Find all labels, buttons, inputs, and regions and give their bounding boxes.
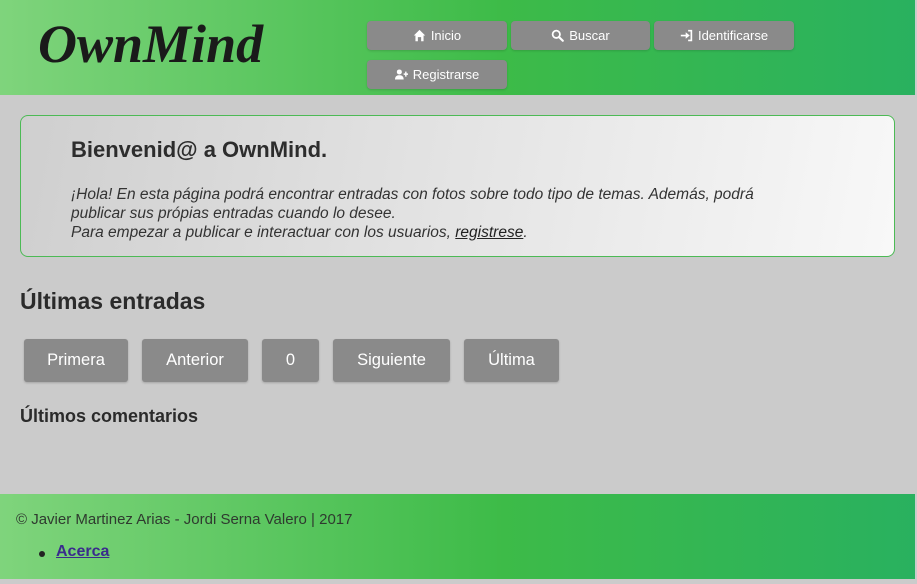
nav-button-buscar[interactable]: Buscar	[511, 21, 650, 50]
pager-next-button[interactable]: Siguiente	[333, 339, 450, 382]
nav-label: Identificarse	[697, 28, 769, 43]
welcome-line-1: ¡Hola! En esta página podrá encontrar en…	[71, 186, 754, 222]
welcome-message: ¡Hola! En esta página podrá encontrar en…	[71, 185, 801, 242]
home-icon	[413, 29, 425, 42]
site-header: OwnMind Inicio Buscar Identificarse Regi…	[0, 0, 915, 95]
nav-button-identificarse[interactable]: Identificarse	[654, 21, 794, 50]
nav-label: Buscar	[569, 28, 610, 43]
nav-label: Registrarse	[412, 67, 480, 82]
pager-previous-button[interactable]: Anterior	[142, 339, 248, 382]
welcome-line-2: Para empezar a publicar e interactuar co…	[71, 223, 801, 242]
search-icon	[551, 29, 565, 42]
latest-entries-title: Últimas entradas	[20, 288, 206, 314]
ownmind-logo[interactable]: OwnMind	[36, 12, 286, 74]
pager-current-page[interactable]: 0	[262, 339, 319, 382]
user-plus-icon	[394, 69, 408, 80]
footer-link-item: Acerca	[38, 543, 109, 561]
sign-in-icon	[680, 29, 693, 42]
pager-last-button[interactable]: Última	[464, 339, 559, 382]
welcome-title: Bienvenid@ a OwnMind.	[71, 137, 328, 162]
pager-first-button[interactable]: Primera	[24, 339, 128, 382]
register-link[interactable]: registrese	[455, 224, 523, 241]
copyright-text: © Javier Martinez Arias - Jordi Serna Va…	[16, 511, 353, 528]
nav-button-registrarse[interactable]: Registrarse	[367, 60, 507, 89]
footer-links: Acerca	[38, 543, 109, 561]
welcome-line-2-end: .	[523, 224, 528, 241]
nav-label: Inicio	[430, 28, 462, 43]
latest-comments-title: Últimos comentarios	[20, 406, 199, 426]
about-link[interactable]: Acerca	[56, 543, 109, 560]
site-footer: © Javier Martinez Arias - Jordi Serna Va…	[0, 494, 915, 579]
welcome-panel: Bienvenid@ a OwnMind. ¡Hola! En esta pág…	[20, 115, 895, 257]
nav-button-inicio[interactable]: Inicio	[367, 21, 507, 50]
welcome-line-2-text: Para empezar a publicar e interactuar co…	[71, 224, 456, 241]
svg-text:OwnMind: OwnMind	[38, 14, 264, 74]
